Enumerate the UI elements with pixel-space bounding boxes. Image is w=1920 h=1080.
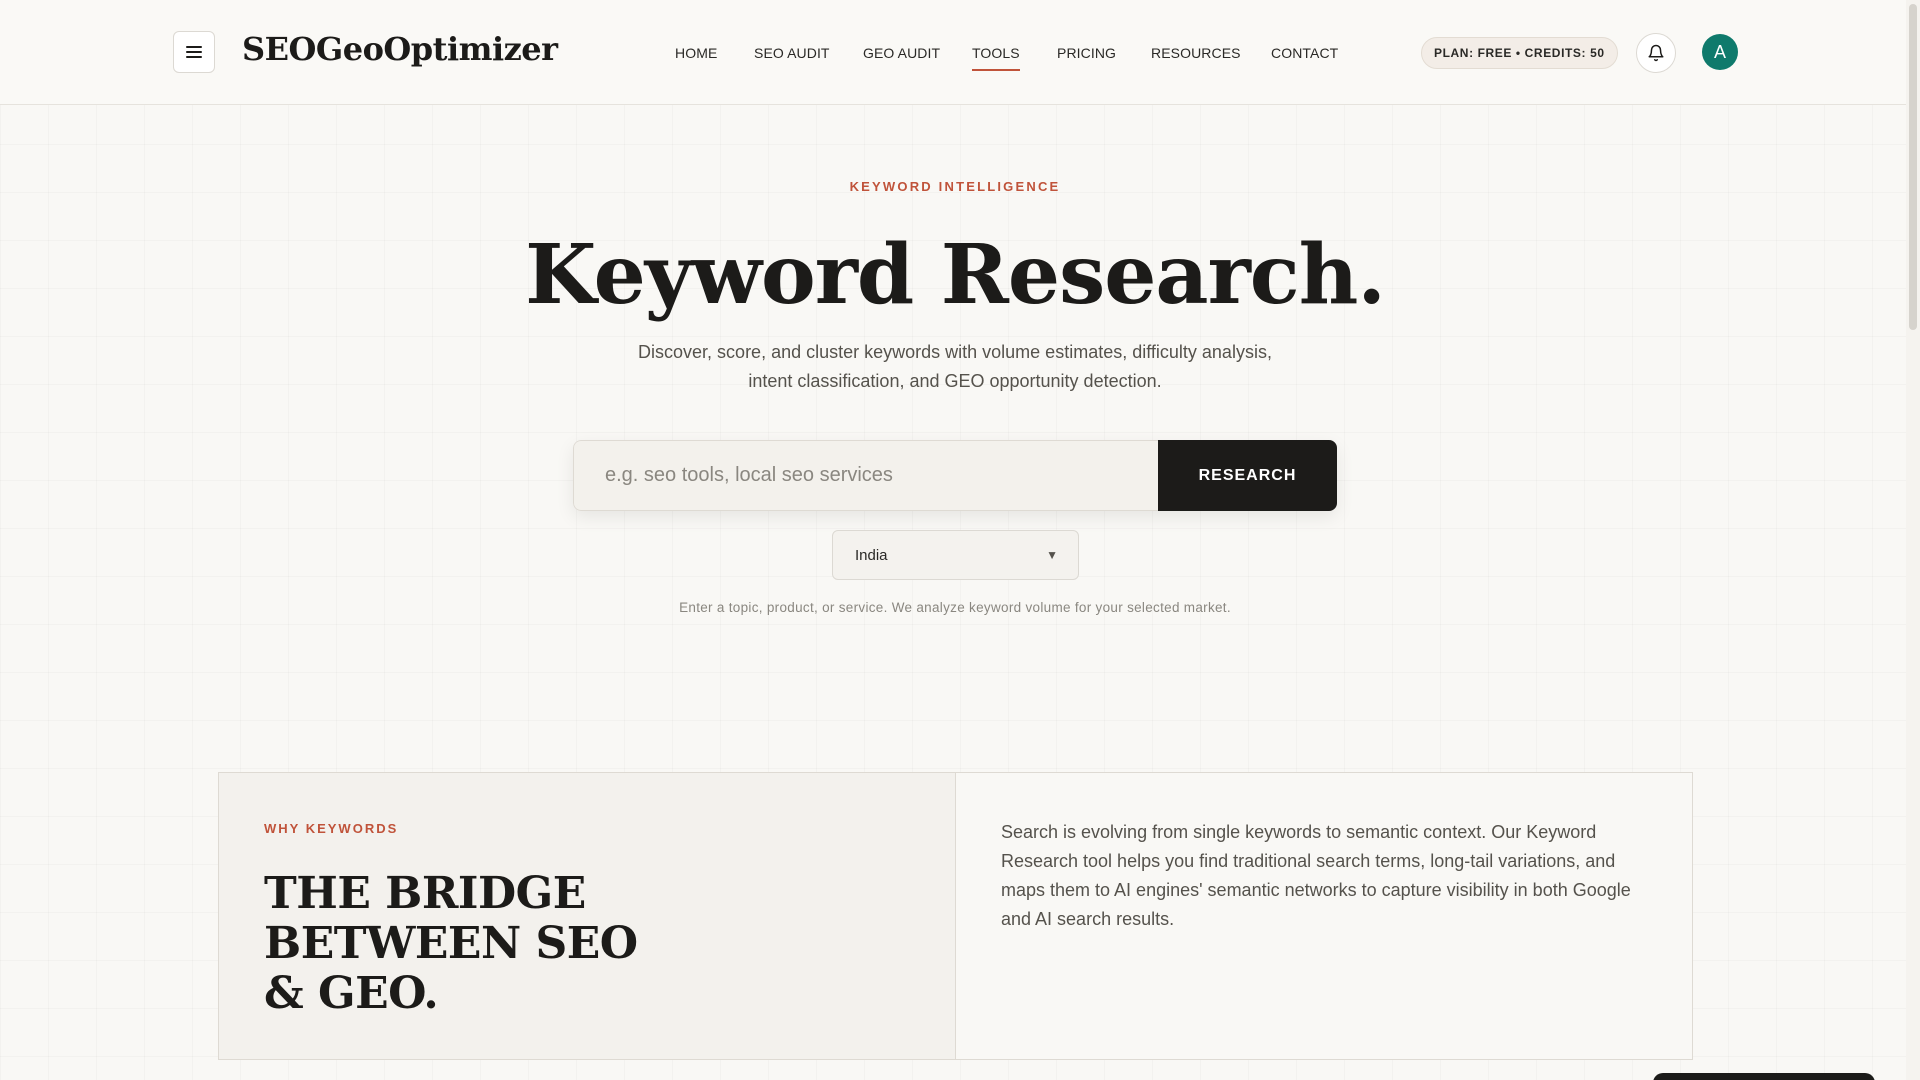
site-header: SEOGeoOptimizer HOME SEO AUDIT GEO AUDIT… — [0, 0, 1920, 105]
site-logo[interactable]: SEOGeoOptimizer — [242, 30, 558, 68]
plan-credits-badge[interactable]: PLAN: FREE • CREDITS: 50 — [1421, 37, 1618, 69]
nav-geo-audit[interactable]: GEO AUDIT — [863, 45, 940, 61]
keyword-search-input[interactable] — [573, 440, 1158, 511]
nav-tools[interactable]: TOOLS — [972, 45, 1020, 71]
hamburger-menu-icon — [186, 46, 202, 58]
user-avatar[interactable]: A — [1702, 34, 1738, 70]
why-eyebrow: WHY KEYWORDS — [264, 821, 399, 836]
why-body-text: Search is evolving from single keywords … — [1001, 822, 1631, 929]
nav-pricing[interactable]: PRICING — [1057, 45, 1116, 61]
why-keywords-body-panel: Search is evolving from single keywords … — [956, 773, 1692, 1059]
floating-widget[interactable] — [1653, 1073, 1875, 1080]
scrollbar-thumb[interactable] — [1909, 4, 1917, 330]
page-title: Keyword Research. — [525, 227, 1386, 323]
bell-icon — [1648, 44, 1664, 62]
country-select-value: India — [855, 546, 888, 564]
caret-down-icon: ▼ — [1046, 548, 1058, 562]
keyword-search-form: RESEARCH — [573, 440, 1337, 511]
nav-contact[interactable]: CONTACT — [1271, 45, 1338, 61]
notifications-button[interactable] — [1636, 33, 1676, 73]
country-select[interactable]: India ▼ — [832, 530, 1079, 580]
page-scrollbar[interactable] — [1906, 0, 1920, 1080]
nav-home[interactable]: HOME — [675, 45, 717, 61]
research-button[interactable]: RESEARCH — [1158, 440, 1337, 511]
hero-subtitle: Discover, score, and cluster keywords wi… — [638, 342, 1272, 391]
why-title: THE BRIDGE BETWEEN SEO & GEO. — [264, 868, 638, 1019]
why-keywords-heading-panel: WHY KEYWORDS THE BRIDGE BETWEEN SEO & GE… — [219, 773, 956, 1059]
why-keywords-section: WHY KEYWORDS THE BRIDGE BETWEEN SEO & GE… — [218, 772, 1693, 1060]
nav-seo-audit[interactable]: SEO AUDIT — [754, 45, 830, 61]
menu-button[interactable] — [173, 31, 215, 73]
nav-resources[interactable]: RESOURCES — [1151, 45, 1241, 61]
hero-eyebrow: KEYWORD INTELLIGENCE — [849, 179, 1061, 194]
search-helper-text: Enter a topic, product, or service. We a… — [679, 600, 1231, 615]
